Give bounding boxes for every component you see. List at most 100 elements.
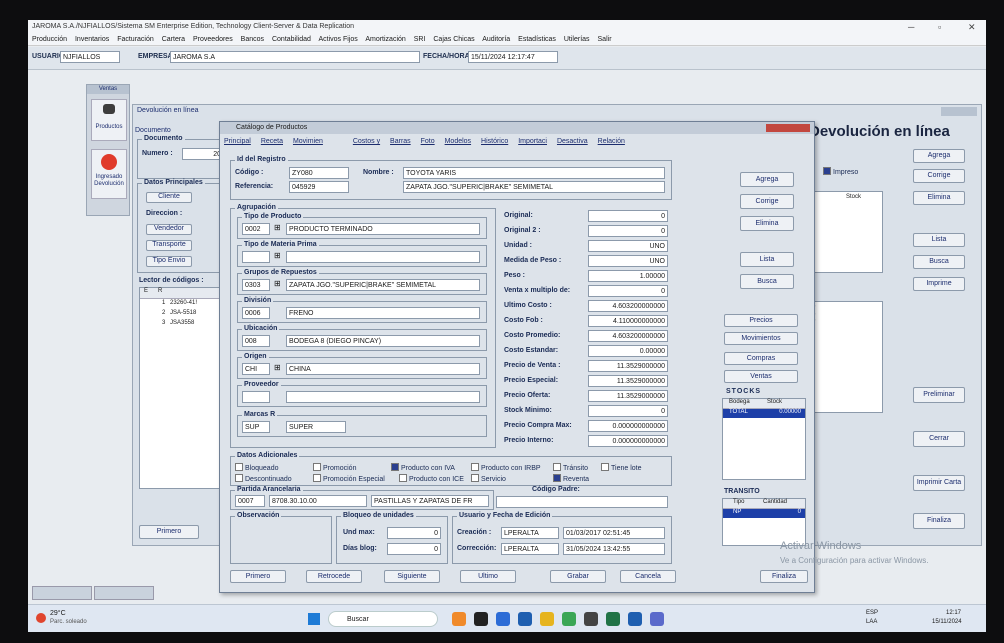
cost-field-value[interactable]: 1.00000 [588, 270, 668, 282]
preliminar-button[interactable]: Preliminar [913, 387, 965, 403]
nombre2-field[interactable]: ZAPATA JGO."SUPERIC|BRAKE" SEMIMETAL [403, 181, 665, 193]
tab-historico[interactable]: Histórico [481, 138, 508, 145]
fecha-field[interactable]: 15/11/2024 12:17:47 [468, 51, 558, 63]
cost-field-value[interactable]: 11.3529000000 [588, 375, 668, 387]
partida-code[interactable]: 0007 [235, 495, 265, 507]
productos-launcher[interactable]: Productos [91, 99, 127, 141]
imprime-button[interactable]: Imprime [913, 277, 965, 291]
ventas-button[interactable]: Ventas [724, 370, 798, 383]
menu-item[interactable]: Salir [598, 36, 612, 43]
menu-item[interactable]: Bancos [241, 36, 264, 43]
tab-principal[interactable]: Principal [224, 138, 251, 145]
catalog-corrige-button[interactable]: Corrige [740, 194, 794, 209]
cost-field-value[interactable]: 0 [588, 285, 668, 297]
promocion-especial-check[interactable]: Promoción Especial [313, 474, 385, 483]
app-icon[interactable] [584, 612, 598, 626]
excel-icon[interactable] [606, 612, 620, 626]
cost-field-value[interactable]: UNO [588, 255, 668, 267]
minimized-window[interactable] [32, 586, 92, 600]
cost-field-value[interactable]: 11.3529000000 [588, 360, 668, 372]
catalog-window-controls[interactable] [766, 124, 810, 132]
cost-field-value[interactable]: 4.603200000000 [588, 330, 668, 342]
cost-field-value[interactable]: 4.603200000000 [588, 300, 668, 312]
catalog-agrega-button[interactable]: Agrega [740, 172, 794, 187]
app-icon[interactable] [650, 612, 664, 626]
minimized-window[interactable] [94, 586, 154, 600]
cost-field-value[interactable]: 0 [588, 210, 668, 222]
windows-start-icon[interactable] [308, 613, 320, 625]
menu-item[interactable]: Producción [32, 36, 67, 43]
transporte-button[interactable]: Transporte [146, 240, 192, 251]
transito-check[interactable]: Tránsito [553, 463, 588, 472]
window-controls[interactable] [941, 107, 977, 116]
busca-button[interactable]: Busca [913, 255, 965, 269]
servicio-check[interactable]: Servicio [471, 474, 506, 483]
tab-barras[interactable]: Barras [390, 138, 411, 145]
division-code[interactable]: 0006 [242, 307, 270, 319]
und-max-field[interactable]: 0 [387, 527, 441, 539]
app-icon[interactable] [496, 612, 510, 626]
cost-field-value[interactable]: 11.3529000000 [588, 390, 668, 402]
lang-2[interactable]: LAA [866, 619, 877, 625]
usuario-field[interactable]: NJFIALLOS [60, 51, 120, 63]
app-icon[interactable] [452, 612, 466, 626]
tab-relacion[interactable]: Relación [598, 138, 625, 145]
cost-field-value[interactable]: 0.000000000000 [588, 420, 668, 432]
cerrar-button[interactable]: Cerrar [913, 431, 965, 447]
devolucion-launcher[interactable]: Ingresado Devolución [91, 149, 127, 199]
marcas-code[interactable]: SUP [242, 421, 270, 433]
binoculars-icon[interactable]: ⊞ [274, 251, 281, 260]
empresa-field[interactable]: JAROMA S.A [170, 51, 420, 63]
tab-desactiva[interactable]: Desactiva [557, 138, 588, 145]
chrome-icon[interactable] [562, 612, 576, 626]
tipo-materia-code[interactable] [242, 251, 270, 263]
retrocede-button[interactable]: Retrocede [306, 570, 362, 583]
proveedor-code[interactable] [242, 391, 270, 403]
catalog-busca-button[interactable]: Busca [740, 274, 794, 289]
tab-importaci[interactable]: Importaci [518, 138, 547, 145]
menu-item[interactable]: Inventarios [75, 36, 109, 43]
precios-button[interactable]: Precios [724, 314, 798, 327]
close-icon[interactable]: ✕ [968, 20, 976, 34]
promocion-check[interactable]: Promoción [313, 463, 356, 472]
primero-button[interactable]: Primero [230, 570, 286, 583]
agrega-button[interactable]: Agrega [913, 149, 965, 163]
cost-field-value[interactable]: 0.00000 [588, 345, 668, 357]
codigo-field[interactable]: ZY080 [289, 167, 349, 179]
numero-field[interactable]: 20 [182, 148, 222, 160]
cliente-button[interactable]: Cliente [146, 192, 192, 203]
binoculars-icon[interactable]: ⊞ [274, 223, 281, 232]
dias-blog-field[interactable]: 0 [387, 543, 441, 555]
menu-item[interactable]: Auditoría [482, 36, 510, 43]
table-row[interactable]: 2 JSA-5518 [140, 310, 224, 319]
tab-foto[interactable]: Foto [421, 138, 435, 145]
clock-time[interactable]: 12:17 [946, 610, 961, 616]
catalog-lista-button[interactable]: Lista [740, 252, 794, 267]
menu-item[interactable]: Utilerías [564, 36, 590, 43]
table-row[interactable]: 3 JSA3558 [140, 320, 224, 329]
siguiente-button[interactable]: Siguiente [384, 570, 440, 583]
tipo-envio-button[interactable]: Tipo Envio [146, 256, 192, 267]
menu-item[interactable]: Amortización [365, 36, 405, 43]
binoculars-icon[interactable]: ⊞ [274, 363, 281, 372]
menu-item[interactable]: Proveedores [193, 36, 233, 43]
app-icon[interactable] [518, 612, 532, 626]
menu-item[interactable]: Cajas Chicas [433, 36, 474, 43]
ubicacion-code[interactable]: 008 [242, 335, 270, 347]
nombre-field[interactable]: TOYOTA YARIS [403, 167, 665, 179]
bloqueado-check[interactable]: Bloqueado [235, 463, 278, 472]
menu-item[interactable]: Cartera [162, 36, 185, 43]
taskbar-search[interactable]: Buscar [328, 611, 438, 627]
lote-check[interactable]: Tiene lote [601, 463, 641, 472]
finaliza-button[interactable]: Finaliza [760, 570, 808, 583]
tab-costos[interactable]: Costos y [353, 138, 380, 145]
reventa-check[interactable]: Reventa [553, 474, 589, 483]
corrige-button[interactable]: Corrige [913, 169, 965, 183]
cancela-button[interactable]: Cancela [620, 570, 676, 583]
iva-check[interactable]: Producto con IVA [391, 463, 455, 472]
compras-button[interactable]: Compras [724, 352, 798, 365]
menu-item[interactable]: Estadísticas [518, 36, 556, 43]
stocks-row-total[interactable]: TOTAL 0.00000 [723, 409, 805, 418]
ultimo-button[interactable]: Ultimo [460, 570, 516, 583]
app-icon[interactable] [628, 612, 642, 626]
